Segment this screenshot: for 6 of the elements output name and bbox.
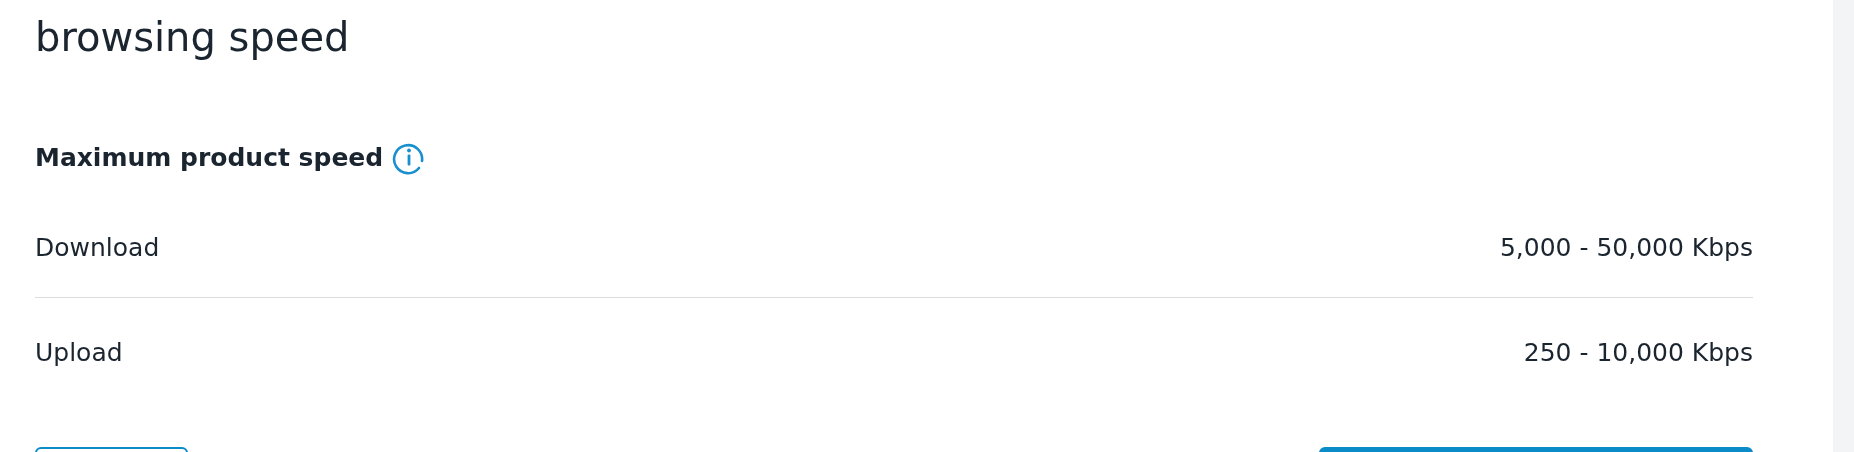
speed-value: 5,000 - 50,000 Kbps — [1499, 232, 1753, 262]
speed-value: 250 - 10,000 Kbps — [1523, 337, 1753, 367]
speed-label: Upload — [35, 337, 123, 367]
speed-label: Download — [35, 232, 160, 262]
page-title: browsing speed — [35, 13, 351, 62]
section-heading: Maximum product speed — [35, 142, 384, 172]
